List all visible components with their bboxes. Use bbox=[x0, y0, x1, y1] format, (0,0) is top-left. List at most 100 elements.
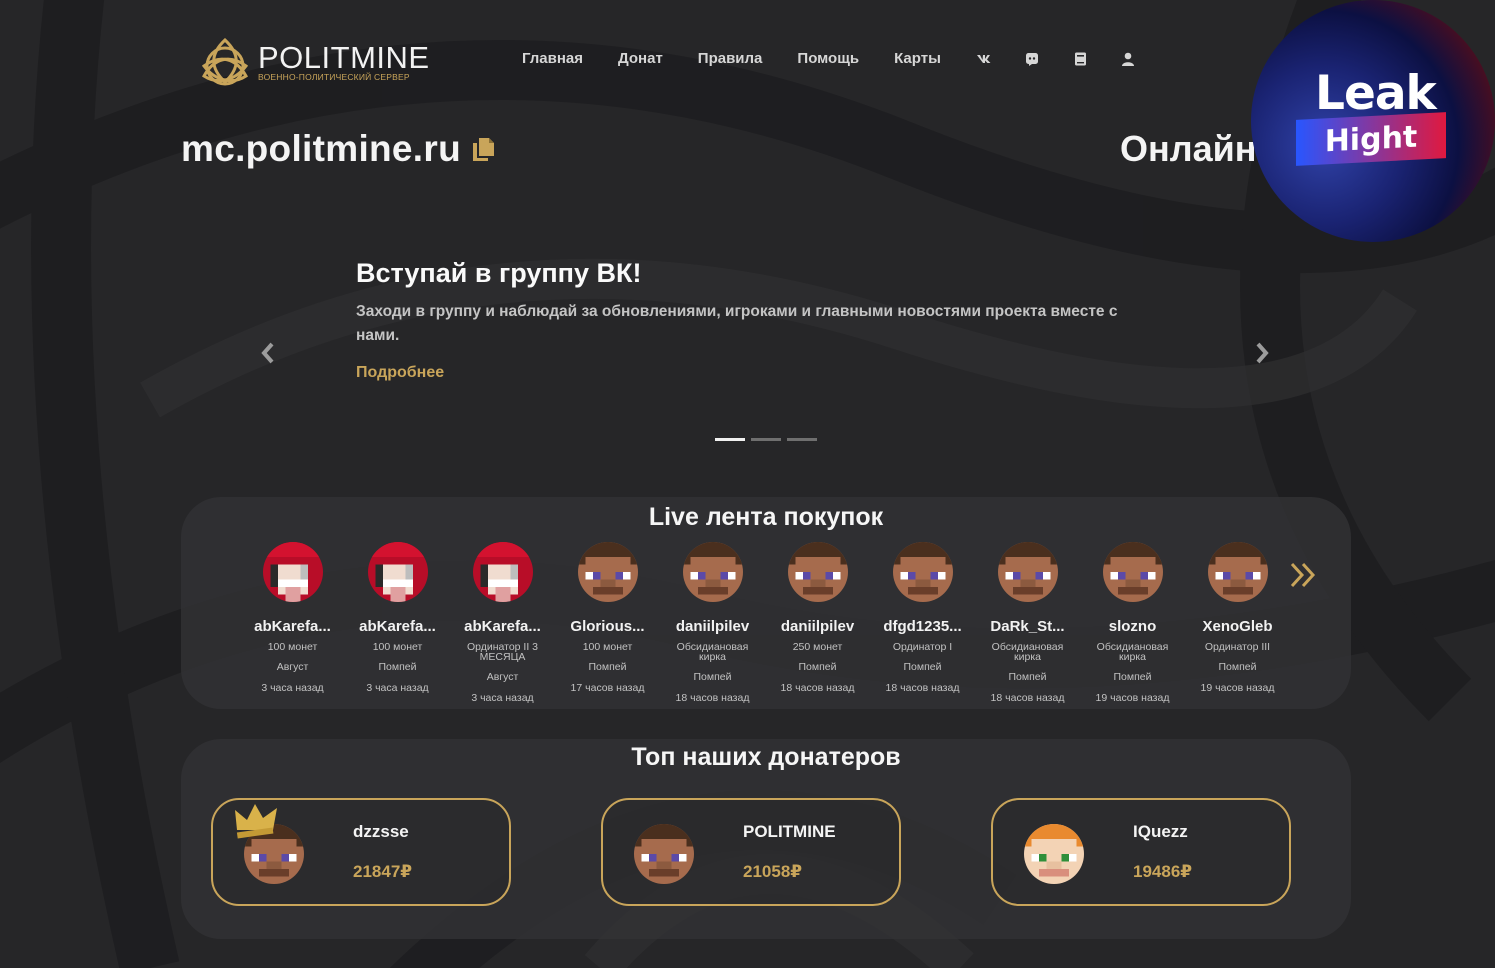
vk-icon[interactable] bbox=[976, 51, 992, 67]
feed-item[interactable]: XenoGleb Ординатор III Помпей 19 часов наза… bbox=[1185, 542, 1290, 704]
feed-item[interactable]: dfgd1235... Ординатор I Помпей 18 часов наз… bbox=[870, 542, 975, 704]
feed-item[interactable]: slozno Обсидиановая кирка Помпей 19 часов н… bbox=[1080, 542, 1185, 704]
slider-dot[interactable] bbox=[787, 438, 817, 441]
feed-product: Обсидиановая кирка bbox=[991, 641, 1064, 663]
slider-dot[interactable] bbox=[751, 438, 781, 441]
feed-item[interactable]: Glorious... 100 монет Помпей 17 часов назад bbox=[555, 542, 660, 704]
triquetra-logo-icon bbox=[201, 37, 249, 86]
feed-product: Обсидиановая кирка bbox=[1096, 641, 1169, 663]
feed-product: Обсидиановая кирка bbox=[676, 641, 749, 663]
feed-time: 18 часов назад bbox=[885, 682, 960, 694]
feed-server: Помпей bbox=[1113, 671, 1152, 683]
feed-server: Помпей bbox=[588, 661, 627, 673]
slider-prev-chevron-icon[interactable] bbox=[258, 340, 278, 366]
feed-time: 17 часов назад bbox=[570, 682, 645, 694]
online-label: Онлайн bbox=[1120, 128, 1257, 169]
feed-product: 100 монет bbox=[267, 641, 318, 653]
feed-item[interactable]: abKarefa... 100 монет Помпей 3 часа назад bbox=[345, 542, 450, 704]
feed-server: Помпей bbox=[693, 671, 732, 683]
player-avatar bbox=[262, 542, 323, 602]
book-icon[interactable] bbox=[1072, 51, 1088, 67]
donor-card[interactable]: dzzsse 21847₽ bbox=[211, 798, 511, 906]
donor-sum: 19486₽ bbox=[1133, 862, 1193, 881]
player-avatar bbox=[892, 542, 953, 602]
feed-next-double-chevron-icon[interactable] bbox=[1289, 560, 1319, 590]
feed-time: 18 часов назад bbox=[780, 682, 855, 694]
feed-player-name: abKarefa... bbox=[359, 618, 436, 635]
player-avatar bbox=[1207, 542, 1268, 602]
feed-time: 19 часов назад bbox=[1200, 682, 1275, 694]
feed-player-name: dfgd1235... bbox=[883, 618, 962, 635]
copy-icon[interactable] bbox=[471, 136, 495, 162]
leak-watermark: Leak Hight bbox=[1251, 0, 1495, 242]
feed-product: 100 монет bbox=[372, 641, 423, 653]
feed-item[interactable]: daniilpilev 250 монет Помпей 18 часов назад bbox=[765, 542, 870, 704]
feed-time: 18 часов назад bbox=[990, 692, 1065, 704]
player-avatar bbox=[577, 542, 638, 602]
discord-icon[interactable] bbox=[1024, 51, 1040, 67]
slider-dot[interactable] bbox=[715, 438, 745, 441]
feed-player-name: DaRk_St... bbox=[990, 618, 1065, 635]
feed-product: Ординатор II 3 МЕСЯЦА bbox=[466, 641, 539, 663]
site-logo[interactable]: POLITMINE ВОЕННО-ПОЛИТИЧЕСКИЙ СЕРВЕР bbox=[200, 36, 430, 88]
watermark-band: Hight bbox=[1296, 112, 1446, 166]
donor-sum: 21058₽ bbox=[743, 862, 803, 881]
brand-name: POLITMINE bbox=[258, 40, 430, 75]
player-avatar bbox=[997, 542, 1058, 602]
feed-product: Ординатор I bbox=[892, 641, 953, 653]
donor-name: POLITMINE bbox=[743, 822, 836, 841]
feed-product: 100 монет bbox=[582, 641, 633, 653]
feed-player-name: daniilpilev bbox=[675, 618, 750, 635]
donor-name: IQuezz bbox=[1133, 822, 1188, 841]
nav-help[interactable]: Помощь bbox=[797, 50, 859, 67]
live-feed-list: abKarefa... 100 монет Август 3 часа назад ab… bbox=[240, 542, 1290, 704]
feed-time: 3 часа назад bbox=[366, 682, 429, 694]
brand-subtitle: ВОЕННО-ПОЛИТИЧЕСКИЙ СЕРВЕР bbox=[258, 72, 410, 82]
player-avatar bbox=[1102, 542, 1163, 602]
feed-player-name: slozno bbox=[1108, 618, 1157, 635]
feed-player-name: Glorious... bbox=[570, 618, 645, 635]
slider-next-chevron-icon[interactable] bbox=[1252, 340, 1272, 366]
donor-card[interactable]: IQuezz 19486₽ bbox=[991, 798, 1291, 906]
donor-avatar bbox=[1024, 824, 1084, 884]
feed-time: 18 часов назад bbox=[675, 692, 750, 704]
top-donators-title: Топ наших донатеров bbox=[631, 743, 901, 771]
feed-product: Ординатор III bbox=[1204, 641, 1271, 653]
user-icon[interactable] bbox=[1120, 51, 1136, 67]
donor-avatar bbox=[634, 824, 694, 884]
player-avatar bbox=[682, 542, 743, 602]
server-ip[interactable]: mc.politmine.ru bbox=[181, 128, 495, 170]
donor-sum: 21847₽ bbox=[353, 862, 413, 881]
feed-server: Помпей bbox=[378, 661, 417, 673]
donor-name: dzzsse bbox=[353, 822, 409, 841]
feed-server: Август bbox=[486, 671, 519, 683]
feed-item[interactable]: abKarefa... Ординатор II 3 МЕСЯЦА Август 3 … bbox=[450, 542, 555, 704]
feed-player-name: abKarefa... bbox=[254, 618, 331, 635]
feed-time: 19 часов назад bbox=[1095, 692, 1170, 704]
nav-rules[interactable]: Правила bbox=[698, 50, 763, 67]
watermark-word-2: Hight bbox=[1324, 119, 1418, 159]
nav-donate[interactable]: Донат bbox=[618, 50, 663, 67]
feed-server: Помпей bbox=[1218, 661, 1257, 673]
slide-text: Заходи в группу и наблюдай за обновления… bbox=[356, 303, 1118, 344]
crown-icon bbox=[235, 804, 277, 839]
feed-item[interactable]: DaRk_St... Обсидиановая кирка Помпей 18 час… bbox=[975, 542, 1080, 704]
nav-home[interactable]: Главная bbox=[522, 50, 583, 67]
player-avatar bbox=[367, 542, 428, 602]
feed-item[interactable]: daniilpilev Обсидиановая кирка Помпей 18 ча… bbox=[660, 542, 765, 704]
nav-maps[interactable]: Карты bbox=[894, 50, 941, 67]
feed-server: Август bbox=[276, 661, 309, 673]
feed-time: 3 часа назад bbox=[261, 682, 324, 694]
donor-card[interactable]: POLITMINE 21058₽ bbox=[601, 798, 901, 906]
live-feed-title: Live лента покупок bbox=[648, 503, 884, 531]
feed-server: Помпей bbox=[903, 661, 942, 673]
feed-time: 3 часа назад bbox=[471, 692, 534, 704]
feed-player-name: XenoGleb bbox=[1202, 618, 1273, 635]
main-nav: Главная Донат Правила Помощь Карты bbox=[522, 50, 1168, 67]
feed-item[interactable]: abKarefa... 100 монет Август 3 часа назад bbox=[240, 542, 345, 704]
player-avatar bbox=[472, 542, 533, 602]
feed-server: Помпей bbox=[798, 661, 837, 673]
feed-product: 250 монет bbox=[792, 641, 843, 653]
feed-player-name: abKarefa... bbox=[464, 618, 541, 635]
slide-more-link[interactable]: Подробнее bbox=[356, 364, 444, 382]
